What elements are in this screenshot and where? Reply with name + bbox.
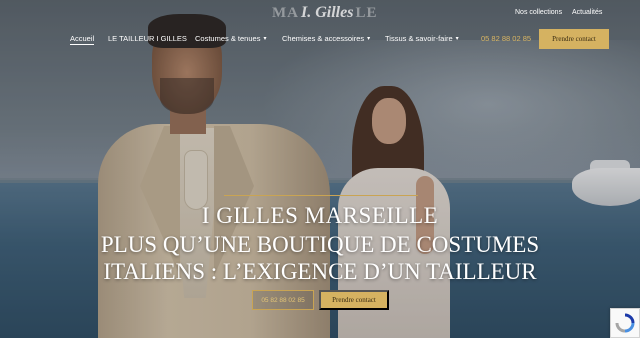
recaptcha-logo — [615, 313, 635, 333]
chevron-down-icon: ▾ — [455, 36, 459, 42]
nav-label: LE TAILLEUR I GILLES — [108, 34, 187, 43]
logo-right: LE — [355, 4, 378, 21]
logo-script: I. Gilles — [301, 4, 354, 21]
nav-item-tailleur[interactable]: LE TAILLEUR I GILLES — [108, 34, 187, 43]
util-link-actualites[interactable]: Actualités — [572, 9, 602, 16]
hero-title: I GILLES MARSEILLE — [201, 203, 439, 228]
hero-divider — [224, 195, 418, 196]
hero-subtitle-line1: PLUS QU’UNE BOUTIQUE DE COSTUMES — [100, 232, 540, 257]
chevron-down-icon: ▾ — [263, 36, 267, 42]
logo-left: MA — [272, 4, 299, 21]
recaptcha-icon[interactable] — [610, 308, 640, 338]
header-phone-link[interactable]: 05 82 88 02 85 — [481, 34, 531, 43]
header-contact-button[interactable]: Prendre contact — [539, 29, 609, 49]
nav-item-costumes[interactable]: Costumes & tenues ▾ — [195, 34, 266, 43]
nav-item-tissus[interactable]: Tissus & savoir-faire ▾ — [385, 34, 459, 43]
site-logo[interactable]: MA I. Gilles LE — [272, 3, 377, 23]
chevron-down-icon: ▾ — [367, 36, 371, 42]
nav-label: Chemises & accessoires — [282, 34, 365, 43]
util-link-collections[interactable]: Nos collections — [515, 9, 562, 16]
nav-label: Costumes & tenues — [195, 34, 261, 43]
hero-contact-button[interactable]: Prendre contact — [319, 290, 389, 310]
hero-subtitle-line2: ITALIENS : L’EXIGENCE D’UN TAILLEUR — [103, 259, 537, 284]
site-header: MA I. Gilles LE Nos collections Actualit… — [0, 0, 640, 60]
nav-item-accueil[interactable]: Accueil — [70, 34, 95, 45]
nav-label: Tissus & savoir-faire — [385, 34, 453, 43]
hero-phone-button[interactable]: 05 82 88 02 85 — [252, 290, 314, 310]
nav-item-chemises[interactable]: Chemises & accessoires ▾ — [282, 34, 370, 43]
nav-label: Accueil — [70, 34, 95, 43]
